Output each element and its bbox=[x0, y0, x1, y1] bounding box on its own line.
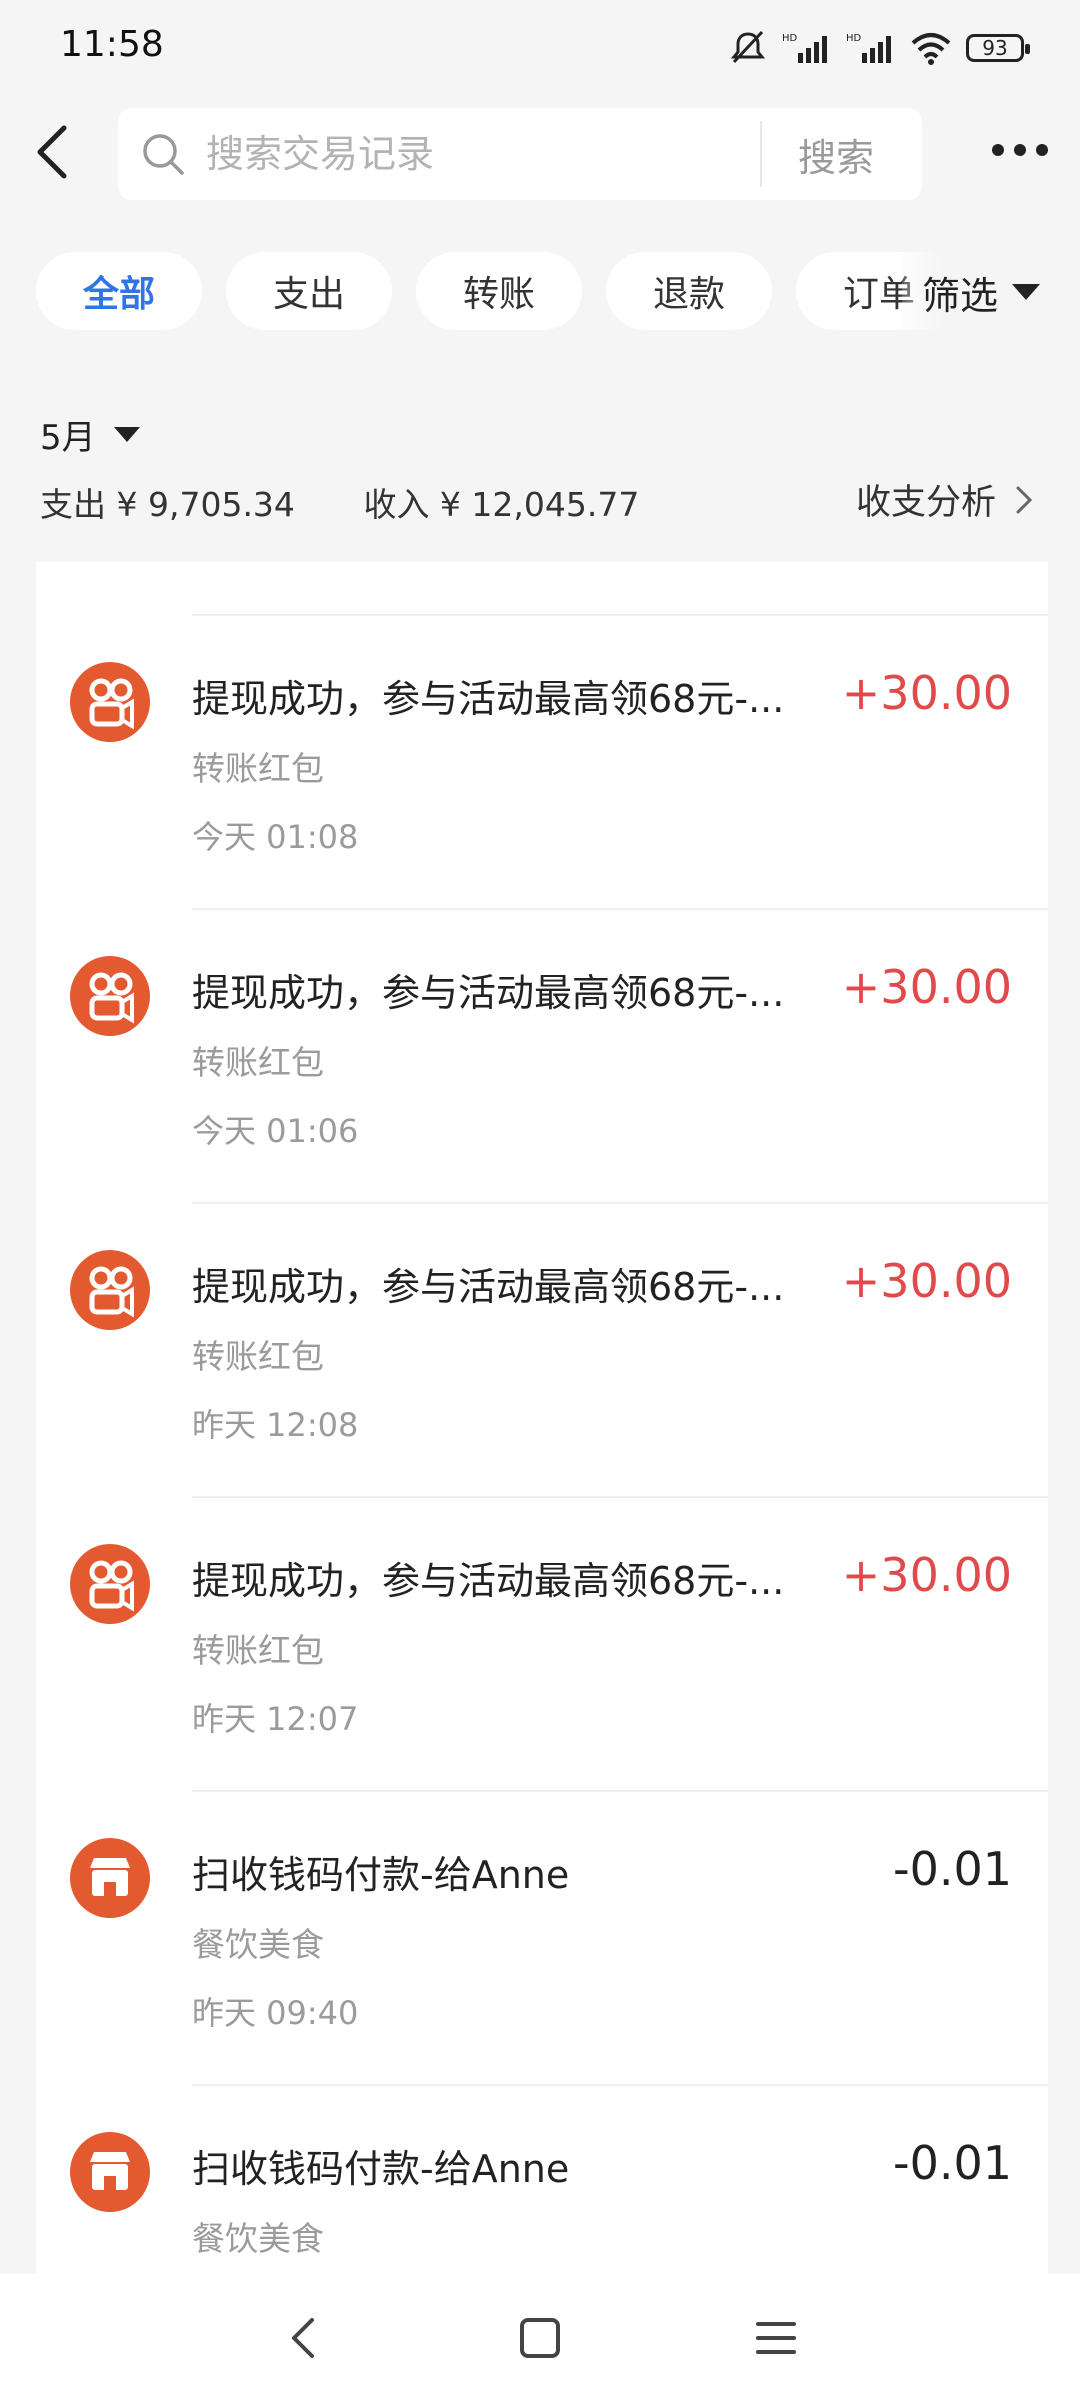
transaction-title: 提现成功，参与活动最高领68元-... bbox=[192, 1265, 785, 1309]
transaction-category: 转账红包 bbox=[192, 1631, 324, 1670]
transaction-item[interactable]: 提现成功，参与活动最高领68元-... 转账红包 昨天 12:07 +30.00 bbox=[36, 1496, 1048, 1790]
dropdown-triangle-icon bbox=[1012, 284, 1040, 300]
chip-all[interactable]: 全部 bbox=[36, 252, 202, 330]
back-button[interactable] bbox=[28, 120, 74, 184]
more-options-button[interactable] bbox=[992, 138, 1052, 162]
transaction-amount: +30.00 bbox=[841, 666, 1012, 720]
kuaishou-icon bbox=[70, 956, 150, 1036]
transaction-title: 扫收钱码付款-给Anne bbox=[192, 2147, 570, 2191]
dropdown-triangle-icon bbox=[113, 427, 140, 442]
search-box[interactable]: 搜索 bbox=[118, 108, 922, 200]
battery-icon: 93 bbox=[966, 34, 1030, 62]
month-selector[interactable]: 5月 bbox=[40, 410, 140, 459]
status-icons: HD HD 93 bbox=[728, 30, 1030, 66]
expense-total: 支出 ¥ 9,705.34 bbox=[40, 485, 295, 524]
transaction-category: 餐饮美食 bbox=[192, 1925, 324, 1964]
transaction-title: 提现成功，参与活动最高领68元-... bbox=[192, 971, 785, 1015]
separator bbox=[192, 1496, 1048, 1498]
more-icon-dot bbox=[992, 144, 1004, 156]
separator bbox=[192, 2084, 1048, 2086]
svg-text:HD: HD bbox=[782, 33, 798, 44]
kuaishou-icon bbox=[70, 662, 150, 742]
kuaishou-icon bbox=[70, 1544, 150, 1624]
transaction-item[interactable]: 扫收钱码付款-给Anne 餐饮美食 昨天 09:40 -0.01 bbox=[36, 1790, 1048, 2084]
search-input[interactable] bbox=[204, 131, 748, 177]
transaction-time: 昨天 12:07 bbox=[192, 1700, 359, 1738]
transaction-title: 扫收钱码付款-给Anne bbox=[192, 1853, 570, 1897]
transaction-item[interactable]: 提现成功，参与活动最高领68元-... 转账红包 今天 01:06 +30.00 bbox=[36, 908, 1048, 1202]
chip-transfer[interactable]: 转账 bbox=[416, 252, 582, 330]
transaction-amount: +30.00 bbox=[841, 1548, 1012, 1602]
transaction-list: 提现成功，参与活动最高领68元-... 转账红包 今天 01:08 +30.00… bbox=[36, 562, 1048, 2274]
filter-button[interactable]: 筛选 bbox=[901, 252, 1040, 332]
transaction-amount: -0.01 bbox=[892, 1842, 1012, 1896]
transaction-item[interactable]: 扫收钱码付款-给Anne 餐饮美食 -0.01 bbox=[36, 2084, 1048, 2274]
transaction-category: 餐饮美食 bbox=[192, 2219, 324, 2258]
svg-text:HD: HD bbox=[846, 33, 862, 44]
separator bbox=[192, 614, 1048, 616]
search-button[interactable]: 搜索 bbox=[798, 127, 874, 182]
transaction-item[interactable]: 提现成功，参与活动最高领68元-... 转账红包 今天 01:08 +30.00 bbox=[36, 614, 1048, 908]
signal-icon: HD bbox=[782, 33, 827, 63]
analysis-link[interactable]: 收支分析 bbox=[856, 474, 1038, 525]
income-total: 收入 ¥ 12,045.77 bbox=[363, 485, 640, 524]
transaction-amount: -0.01 bbox=[892, 2136, 1012, 2190]
signal-icon-2: HD bbox=[846, 33, 891, 63]
transaction-time: 昨天 09:40 bbox=[192, 1994, 359, 2032]
chip-expense[interactable]: 支出 bbox=[226, 252, 392, 330]
filter-chips: 全部 支出 转账 退款 订单 bbox=[36, 252, 1036, 332]
kuaishou-icon bbox=[70, 1250, 150, 1330]
transaction-amount: +30.00 bbox=[841, 960, 1012, 1014]
filter-label: 筛选 bbox=[921, 273, 998, 318]
transaction-category: 转账红包 bbox=[192, 749, 324, 788]
transaction-amount: +30.00 bbox=[841, 1254, 1012, 1308]
more-icon-dot bbox=[1036, 144, 1048, 156]
transaction-time: 今天 01:06 bbox=[192, 1112, 359, 1150]
chip-refund[interactable]: 退款 bbox=[606, 252, 772, 330]
separator bbox=[192, 908, 1048, 910]
transaction-title: 提现成功，参与活动最高领68元-... bbox=[192, 677, 785, 721]
transaction-time: 昨天 12:08 bbox=[192, 1406, 359, 1444]
separator bbox=[192, 1790, 1048, 1792]
transaction-category: 转账红包 bbox=[192, 1337, 324, 1376]
separator bbox=[192, 1202, 1048, 1204]
summary-totals: 支出 ¥ 9,705.34 收入 ¥ 12,045.77 bbox=[40, 478, 697, 526]
mute-icon bbox=[730, 30, 766, 64]
nav-back-button[interactable] bbox=[276, 2310, 332, 2366]
transaction-time: 今天 01:08 bbox=[192, 818, 359, 856]
shop-icon bbox=[70, 2132, 150, 2212]
nav-menu-button[interactable] bbox=[748, 2310, 804, 2366]
more-icon-dot bbox=[1014, 144, 1026, 156]
month-label: 5月 bbox=[40, 418, 96, 458]
analysis-label: 收支分析 bbox=[855, 483, 996, 523]
search-divider bbox=[760, 121, 762, 187]
transaction-title: 提现成功，参与活动最高领68元-... bbox=[192, 1559, 785, 1603]
status-time: 11:58 bbox=[60, 24, 164, 65]
shop-icon bbox=[70, 1838, 150, 1918]
system-nav-bar bbox=[0, 2274, 1080, 2400]
transaction-item[interactable]: 提现成功，参与活动最高领68元-... 转账红包 昨天 12:08 +30.00 bbox=[36, 1202, 1048, 1496]
transaction-category: 转账红包 bbox=[192, 1043, 324, 1082]
search-icon bbox=[143, 134, 184, 175]
chevron-right-icon bbox=[1016, 486, 1033, 513]
wifi-icon bbox=[911, 33, 951, 65]
nav-home-button[interactable] bbox=[512, 2310, 568, 2366]
